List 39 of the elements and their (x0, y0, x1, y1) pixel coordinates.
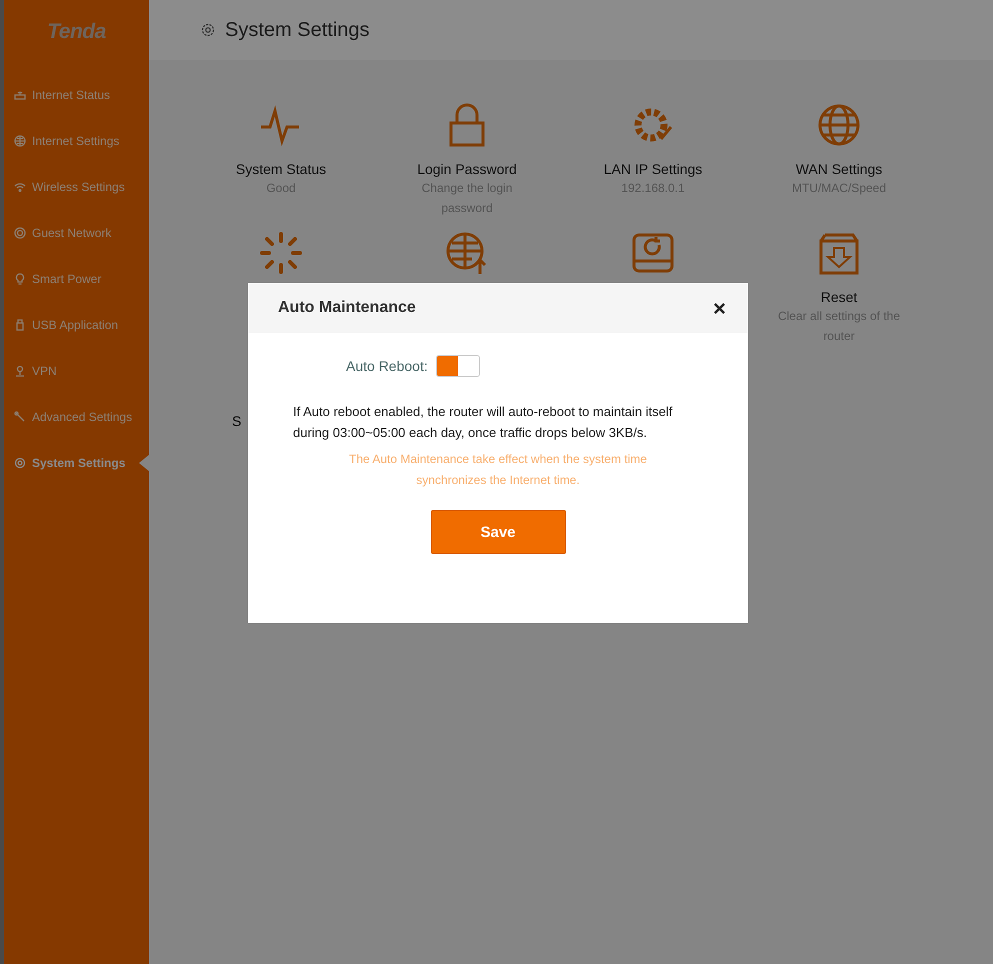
nav-item[interactable]: Wireless Settings (4, 164, 149, 210)
target-icon (14, 227, 26, 239)
wifi-icon (14, 181, 26, 193)
description-text: If Auto reboot enabled, the router will auto-reboot to maintain itself during 03:00~05:00 each day, once traffic drops below 3KB/s. (293, 403, 674, 442)
nav-item[interactable]: Advanced Settings (4, 394, 149, 440)
settings-icon (200, 22, 216, 38)
bulb-icon (14, 273, 26, 285)
tile-title[interactable]: Login Password (417, 161, 517, 177)
nav-item[interactable]: USB Application (4, 302, 149, 348)
tile-title[interactable]: LAN IP Settings (604, 161, 702, 177)
tile-title[interactable]: System Status (236, 161, 326, 177)
usb-icon (14, 319, 26, 331)
logo: Tenda (46, 19, 107, 45)
nav-item[interactable]: System Settings (4, 440, 149, 486)
tile-title[interactable]: WAN Settings (796, 161, 882, 177)
nav-item[interactable]: Internet Settings (4, 118, 149, 164)
close-icon[interactable] (713, 302, 726, 314)
save-button[interactable]: Save (430, 510, 566, 554)
router-icon (14, 89, 26, 101)
tile-title[interactable]: S (232, 413, 242, 429)
gear-icon (14, 457, 26, 469)
page-title: System Settings (225, 18, 370, 42)
toggle-switch[interactable] (436, 355, 480, 377)
wrench-icon (14, 411, 26, 423)
loading-icon[interactable] (259, 231, 303, 275)
dialog-title: Auto Maintenance (278, 299, 416, 317)
nav-item[interactable]: Guest Network (4, 210, 149, 256)
globe-icon[interactable] (817, 103, 861, 147)
field-label: Auto Reboot: (346, 358, 428, 374)
nav-item[interactable]: Smart Power (4, 256, 149, 302)
download-box-icon[interactable] (817, 231, 861, 275)
globe-upload-icon[interactable] (445, 231, 489, 275)
drive-icon[interactable] (631, 231, 675, 275)
nav-item[interactable]: VPN (4, 348, 149, 394)
tile-title[interactable]: Reset (820, 289, 858, 305)
nav-item[interactable]: Internet Status (4, 72, 149, 118)
person-icon (14, 365, 26, 377)
globe-icon (14, 135, 26, 147)
note-text: The Auto Maintenance take effect when the system time synchronizes the Internet time. (348, 451, 648, 489)
